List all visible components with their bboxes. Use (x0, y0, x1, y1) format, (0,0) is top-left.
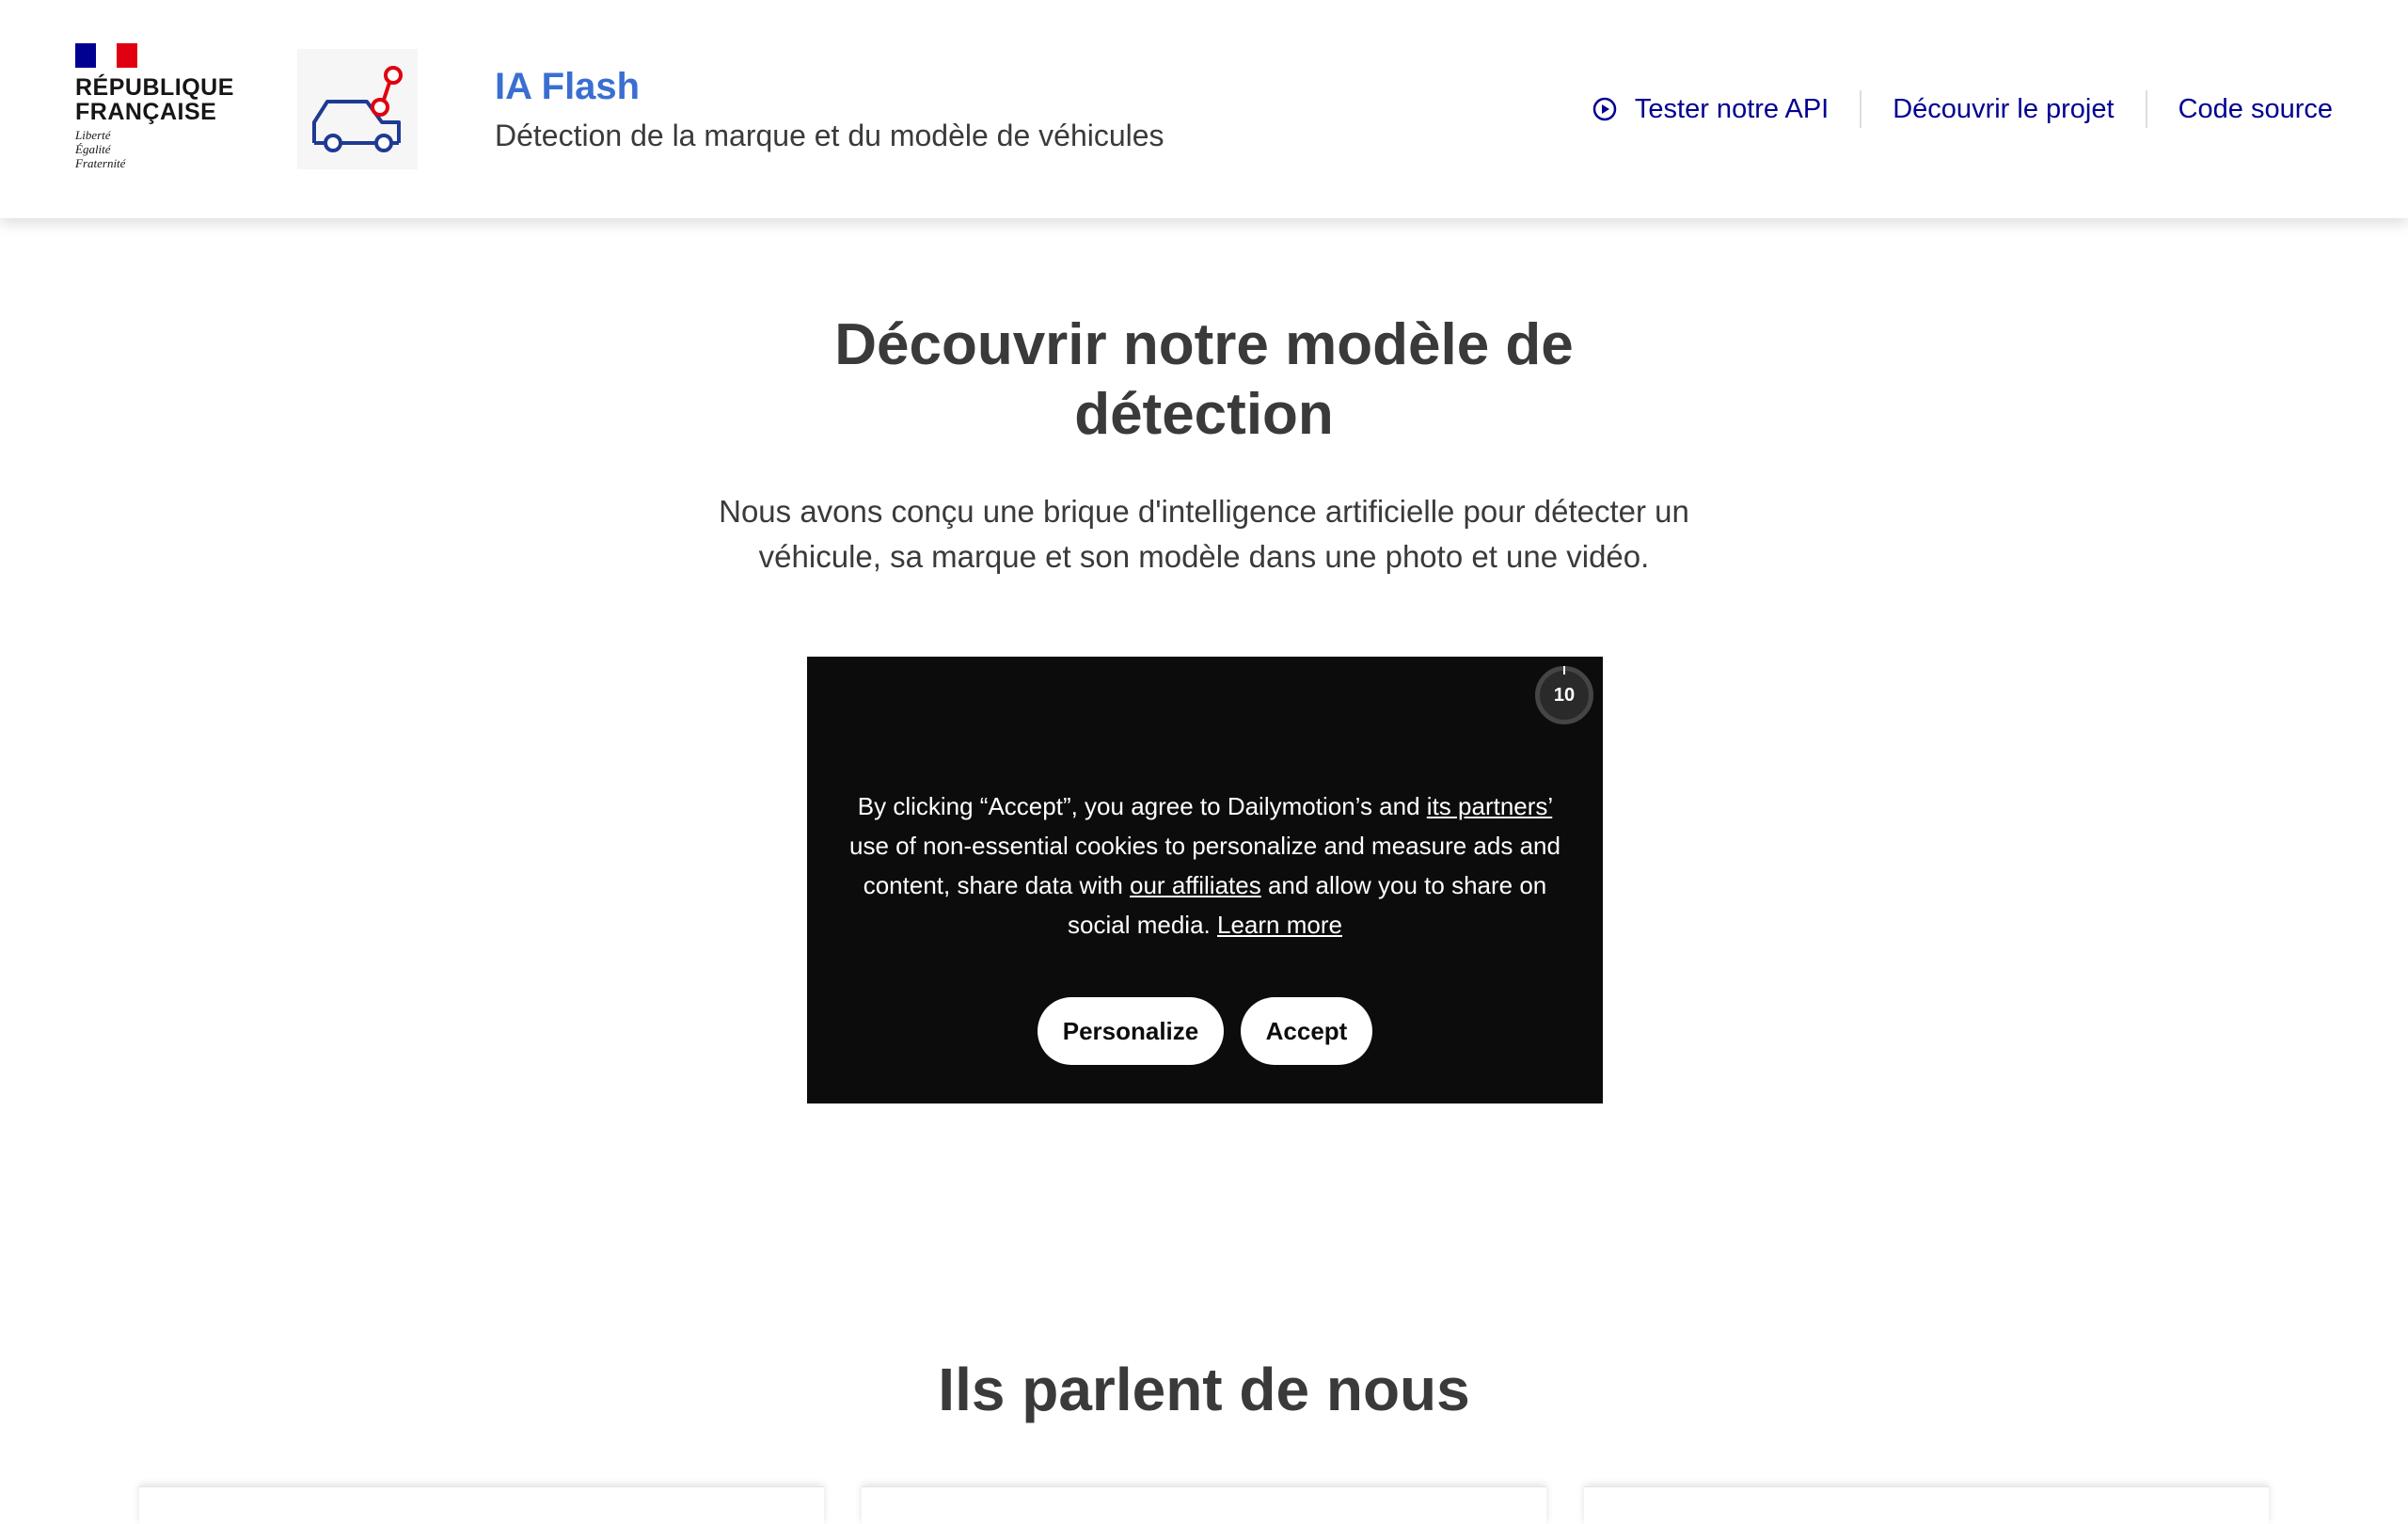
press-cards (139, 1486, 2269, 1524)
car-detection-icon[interactable] (297, 49, 418, 169)
republique-francaise-logo[interactable]: RÉPUBLIQUE FRANÇAISE Liberté Égalité Fra… (75, 43, 235, 184)
press-card[interactable] (862, 1486, 1546, 1524)
nav-discover-project-label: Découvrir le projet (1893, 93, 2115, 124)
play-circle-icon (1592, 96, 1618, 122)
cookie-consent-text: By clicking “Accept”, you agree to Daily… (849, 792, 1560, 939)
press-card[interactable] (139, 1486, 824, 1524)
its-partners-link[interactable]: its partners’ (1427, 792, 1552, 820)
press-section-title: Ils parlent de nous (938, 1356, 1470, 1423)
consent-buttons: Personalize Accept (807, 997, 1603, 1065)
gov-motto: Liberté Égalité Fraternité (75, 128, 126, 170)
app-subtitle: Détection de la marque et du modèle de v… (495, 119, 1164, 152)
accept-button[interactable]: Accept (1241, 997, 1372, 1065)
press-card[interactable] (1584, 1486, 2269, 1524)
video-player[interactable]: 10 By clicking “Accept”, you agree to Da… (807, 657, 1603, 1103)
hero-title: Découvrir notre modèle de détection (834, 312, 1574, 447)
nav-discover-project-link[interactable]: Découvrir le projet (1860, 90, 2145, 128)
header-nav: Tester notre API Découvrir le projet Cod… (1560, 90, 2333, 128)
personalize-button[interactable]: Personalize (1038, 997, 1224, 1065)
nav-source-code-label: Code source (2178, 93, 2333, 124)
app-title[interactable]: IA Flash (495, 66, 640, 108)
countdown-timer: 10 (1535, 666, 1593, 724)
nav-test-api-link[interactable]: Tester notre API (1560, 90, 1860, 128)
our-affiliates-link[interactable]: our affiliates (1130, 871, 1261, 899)
learn-more-link[interactable]: Learn more (1217, 911, 1342, 939)
gov-name: RÉPUBLIQUE FRANÇAISE (75, 74, 234, 125)
hero-description: Nous avons conçu une brique d'intelligen… (719, 494, 1689, 574)
nav-test-api-label: Tester notre API (1634, 93, 1830, 124)
site-header: RÉPUBLIQUE FRANÇAISE Liberté Égalité Fra… (0, 0, 2408, 218)
marianne-flag-icon (75, 43, 137, 68)
nav-source-code-link[interactable]: Code source (2145, 90, 2333, 128)
